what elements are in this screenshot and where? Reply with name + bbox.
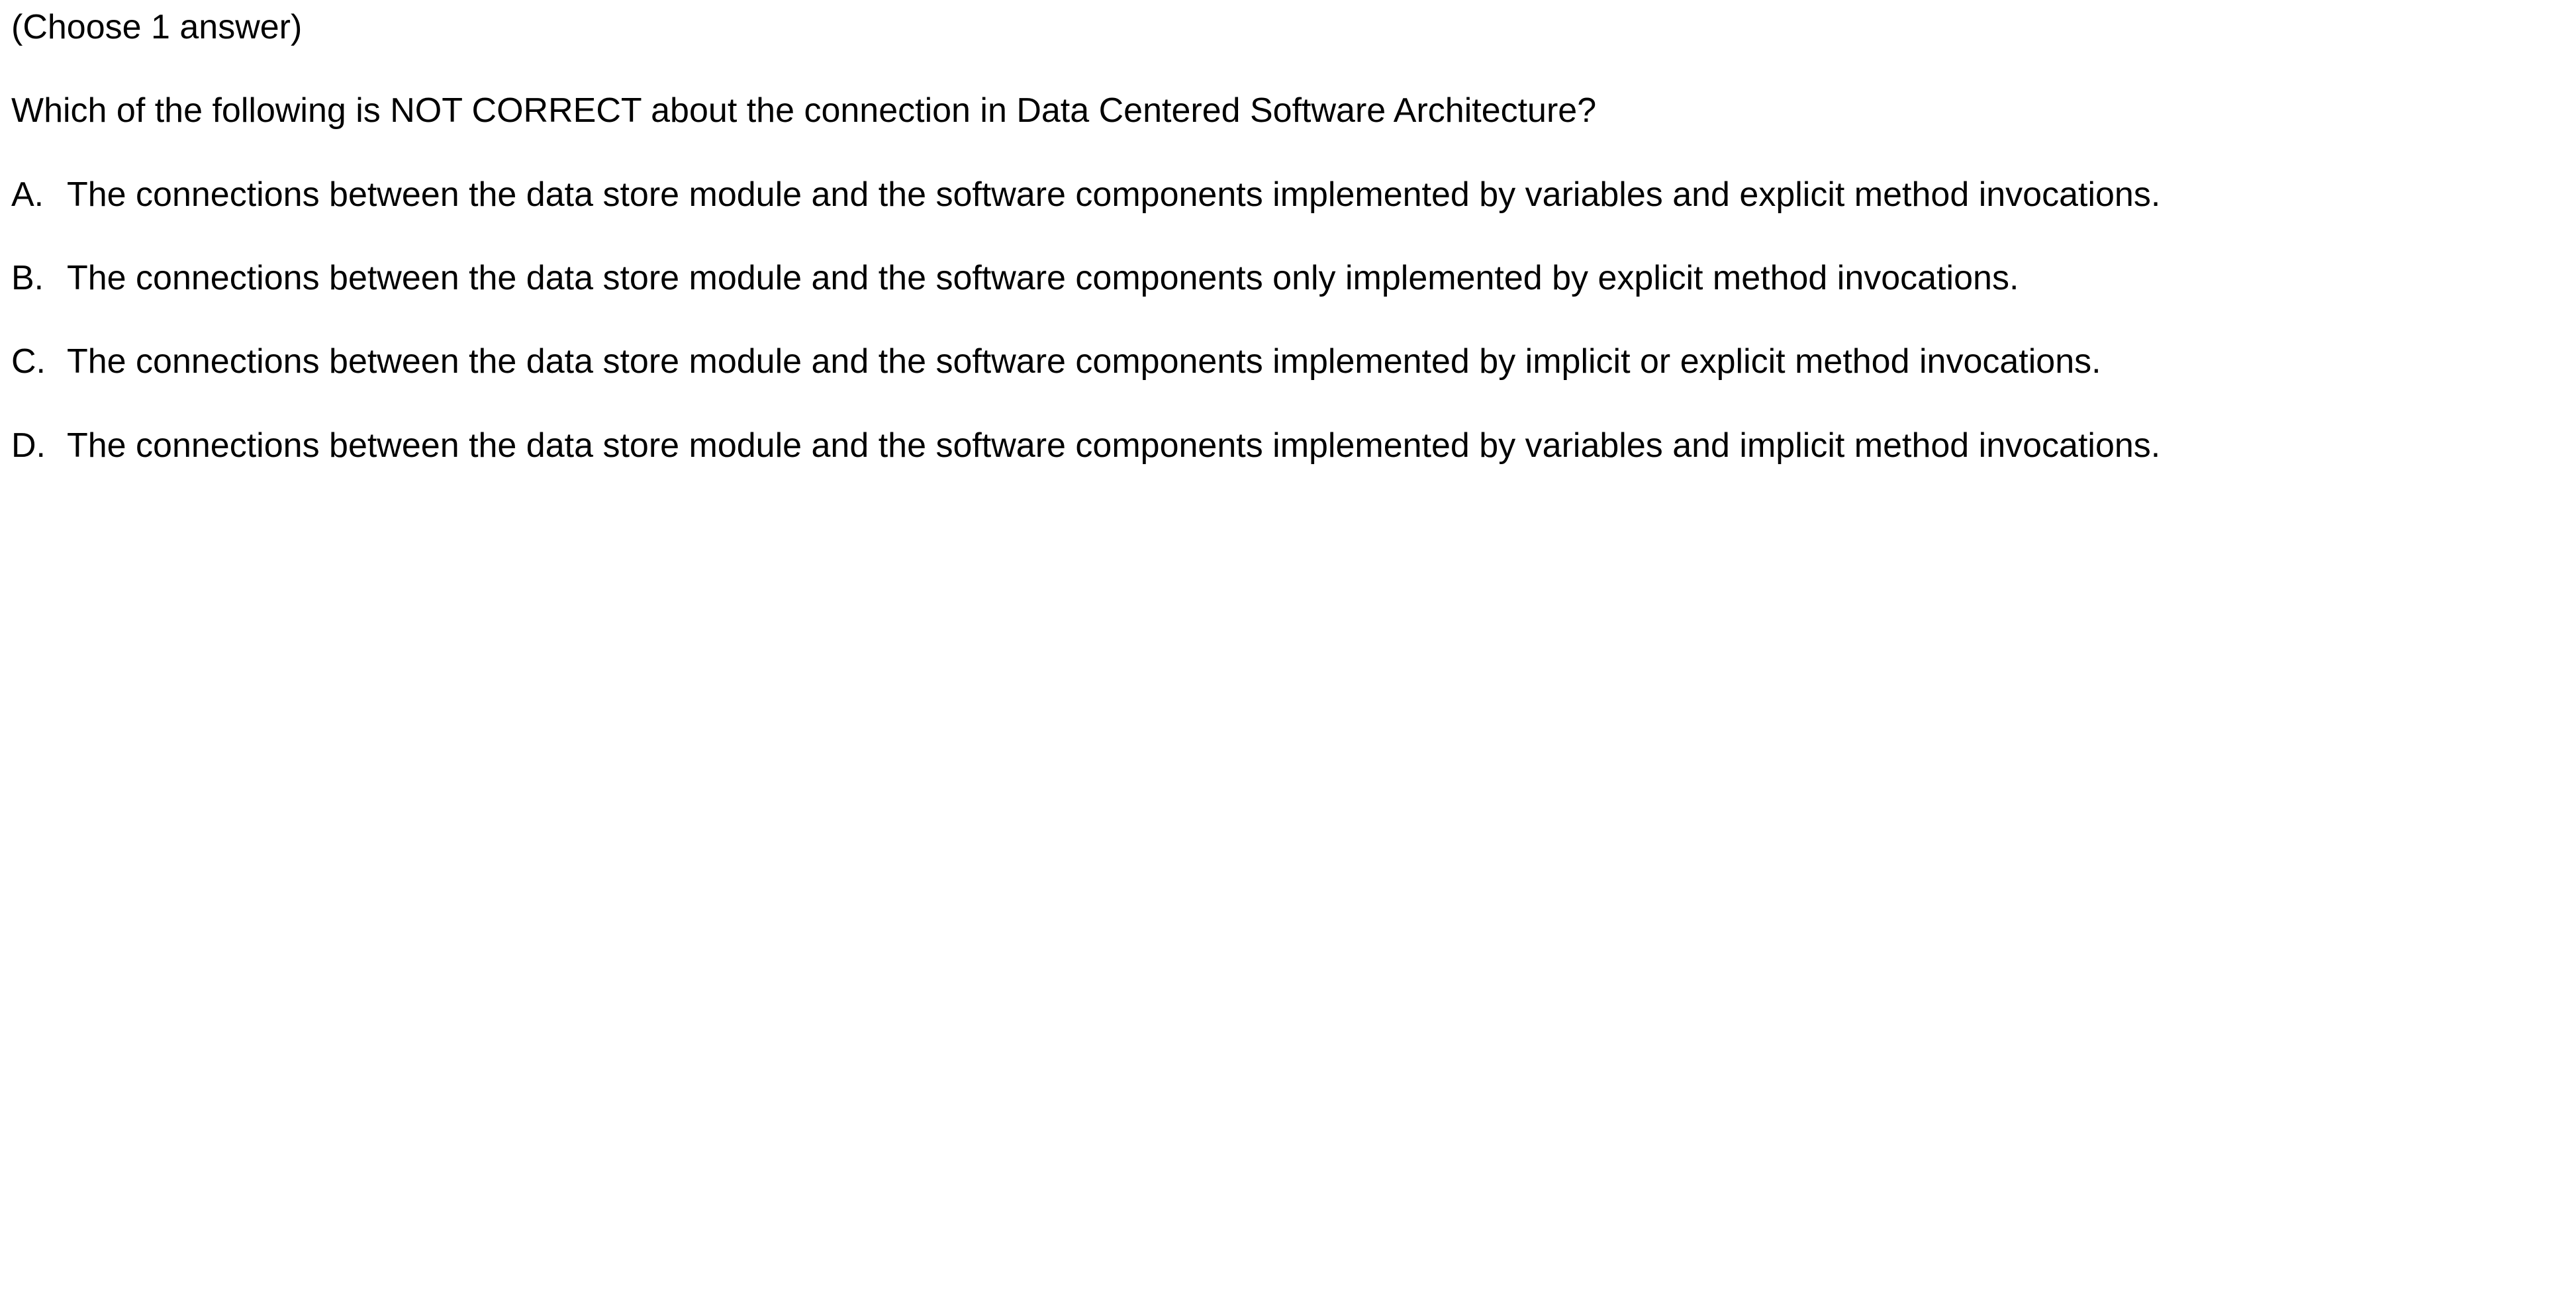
question-text: Which of the following is NOT CORRECT ab…: [11, 91, 1597, 130]
option-letter-c: C.: [11, 342, 46, 381]
option-letter-b: B.: [11, 259, 44, 297]
option-letter-d: D.: [11, 426, 46, 465]
answer-option-d[interactable]: D. The connections between the data stor…: [11, 428, 2160, 463]
option-text-d: The connections between the data store m…: [67, 426, 2161, 465]
option-text-c: The connections between the data store m…: [67, 342, 2101, 381]
option-text-a: The connections between the data store m…: [67, 175, 2161, 214]
option-text-b: The connections between the data store m…: [67, 259, 2019, 297]
option-letter-a: A.: [11, 175, 44, 214]
answer-option-b[interactable]: B. The connections between the data stor…: [11, 261, 2019, 295]
instruction-text: (Choose 1 answer): [11, 8, 303, 46]
answer-option-c[interactable]: C. The connections between the data stor…: [11, 344, 2101, 379]
answer-option-a[interactable]: A. The connections between the data stor…: [11, 177, 2160, 212]
quiz-page: (Choose 1 answer) Which of the following…: [0, 0, 2576, 1295]
